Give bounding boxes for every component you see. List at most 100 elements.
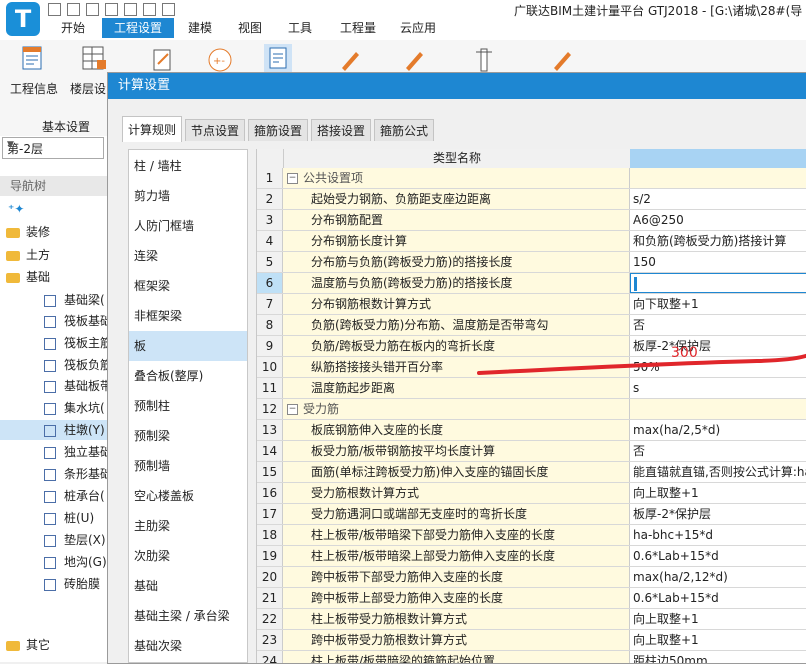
row-number: 22: [257, 609, 283, 629]
row-value[interactable]: max(ha/2,12*d): [630, 567, 806, 587]
row-name-cell: 柱上板带/板带暗梁下部受力筋伸入支座的长度: [283, 525, 630, 545]
strip-footing-icon: [44, 468, 56, 481]
category-item[interactable]: 预制梁: [129, 421, 247, 451]
grid-row[interactable]: 18 柱上板带/板带暗梁下部受力筋伸入支座的长度 ha-bhc+15*d: [257, 525, 806, 546]
tree-folder[interactable]: 其它: [0, 635, 118, 655]
brick-mold-icon: [44, 578, 56, 591]
tab-node-settings[interactable]: 节点设置: [185, 119, 245, 141]
row-number: 20: [257, 567, 283, 587]
print-icon[interactable]: [143, 3, 156, 16]
red-annotation-stroke: [477, 353, 806, 375]
menu-tools[interactable]: 工具: [282, 18, 318, 38]
row-name: 面筋(单标注跨板受力筋)伸入支座的锚固长度: [311, 465, 549, 479]
more-icon[interactable]: [162, 3, 175, 16]
new-icon[interactable]: [48, 3, 61, 16]
grid-row[interactable]: 23 跨中板带受力筋根数计算方式 向上取整+1: [257, 630, 806, 651]
row-value[interactable]: ha-bhc+15*d: [630, 525, 806, 545]
tree-label: 砖胎膜: [64, 577, 101, 591]
row-value[interactable]: 板厚-2*保护层: [630, 504, 806, 524]
category-item[interactable]: 人防门框墙: [129, 211, 247, 241]
tree-label: 筏板基础: [64, 314, 113, 328]
row-value[interactable]: 0.6*Lab+15*d: [630, 546, 806, 566]
category-item[interactable]: 次肋梁: [129, 541, 247, 571]
category-item[interactable]: 连梁: [129, 241, 247, 271]
pen-icon[interactable]: [336, 46, 364, 74]
pen2-icon[interactable]: [400, 46, 428, 74]
menu-modeling[interactable]: 建模: [182, 18, 218, 38]
settings-grid: 类型名称 1− 公共设置项 2 起始受力钢筋、负筋距支座边距离 s/2 3 分布钢筋配置 A6…: [256, 149, 806, 663]
app-logo-icon[interactable]: T: [6, 2, 40, 36]
chevron-down-icon[interactable]: ▼: [7, 140, 101, 150]
floor-select[interactable]: 第-2层 ▼: [2, 137, 104, 159]
grid-row[interactable]: 16 受力筋根数计算方式 向上取整+1: [257, 483, 806, 504]
grid-row[interactable]: 17 受力筋遇洞口或端部无支座时的弯折长度 板厚-2*保护层: [257, 504, 806, 525]
row-number: 23: [257, 630, 283, 650]
project-info-icon[interactable]: [18, 44, 46, 72]
calc-rule-icon[interactable]: [148, 46, 176, 74]
category-item[interactable]: 预制柱: [129, 391, 247, 421]
category-item[interactable]: 主肋梁: [129, 511, 247, 541]
category-item[interactable]: 基础主梁 / 承台梁: [129, 601, 247, 631]
dialog-title: 计算设置: [108, 73, 806, 99]
menu-quantity[interactable]: 工程量: [334, 18, 382, 38]
category-item[interactable]: 板: [129, 331, 247, 361]
tab-stirrup-formula[interactable]: 箍筋公式: [374, 119, 434, 141]
column-icon[interactable]: [470, 46, 498, 74]
grid-row[interactable]: 20 跨中板带下部受力筋伸入支座的长度 max(ha/2,12*d): [257, 567, 806, 588]
category-item[interactable]: 基础: [129, 571, 247, 601]
save-icon[interactable]: [86, 3, 99, 16]
tree-label: 其它: [26, 638, 51, 652]
tab-stirrup-settings[interactable]: 箍筋设置: [248, 119, 308, 141]
tree-label: 桩承台(: [64, 489, 105, 503]
beam-icon: [44, 294, 56, 307]
row-name-cell: 柱上板带受力筋根数计算方式: [283, 609, 630, 629]
row-value[interactable]: 向上取整+1: [630, 483, 806, 503]
annotation-text: 300: [671, 345, 698, 361]
svg-text:+-: +-: [213, 56, 225, 67]
floor-settings-button[interactable]: 楼层设: [70, 80, 106, 97]
redo-icon[interactable]: [124, 3, 137, 16]
menu-project-settings[interactable]: 工程设置: [102, 18, 174, 38]
grid-row[interactable]: 24 柱上板带/板带暗梁的箍筋起始位置 距柱边50mm: [257, 651, 806, 663]
category-item[interactable]: 剪力墙: [129, 181, 247, 211]
tab-calc-rules[interactable]: 计算规则: [122, 116, 182, 142]
category-item[interactable]: 预制墙: [129, 451, 247, 481]
menu-view[interactable]: 视图: [232, 18, 268, 38]
tree-folder[interactable]: 土方: [0, 245, 118, 265]
row-value[interactable]: 0.6*Lab+15*d: [630, 588, 806, 608]
category-item[interactable]: 柱 / 墙柱: [129, 151, 247, 181]
tab-lap-settings[interactable]: 搭接设置: [311, 119, 371, 141]
row-value[interactable]: 向上取整+1: [630, 630, 806, 650]
grid-row[interactable]: 21 跨中板带上部受力筋伸入支座的长度 0.6*Lab+15*d: [257, 588, 806, 609]
tree-label: 柱墩(Y): [64, 423, 105, 437]
quick-access-toolbar: [48, 3, 181, 17]
row-name: 跨中板带受力筋根数计算方式: [311, 633, 468, 647]
category-item[interactable]: 框架梁: [129, 271, 247, 301]
tree-folder[interactable]: 基础: [0, 267, 118, 287]
menu-cloud[interactable]: 云应用: [394, 18, 442, 38]
menu-start[interactable]: 开始: [53, 18, 93, 38]
pen3-icon[interactable]: [548, 46, 576, 74]
grid-row[interactable]: 22 柱上板带受力筋根数计算方式 向上取整+1: [257, 609, 806, 630]
open-icon[interactable]: [67, 3, 80, 16]
floor-settings-icon[interactable]: [80, 44, 108, 72]
row-value[interactable]: 距柱边50mm: [630, 651, 806, 663]
calc-settings-icon[interactable]: [264, 44, 292, 72]
row-value[interactable]: 向上取整+1: [630, 609, 806, 629]
add-icon[interactable]: ⁺✦: [8, 202, 24, 216]
project-info-button[interactable]: 工程信息: [10, 80, 58, 97]
category-item[interactable]: 空心楼盖板: [129, 481, 247, 511]
category-item[interactable]: 非框架梁: [129, 301, 247, 331]
tree-label: 基础: [26, 270, 51, 284]
grid-row[interactable]: 15 面筋(单标注跨板受力筋)伸入支座的锚固长度 能直锚就直锚,否则按公式计算:ha: [257, 462, 806, 483]
row-value[interactable]: 能直锚就直锚,否则按公式计算:ha: [630, 462, 806, 482]
row-name: 柱上板带/板带暗梁下部受力筋伸入支座的长度: [311, 528, 556, 542]
category-item[interactable]: 基础次梁: [129, 631, 247, 661]
tree-folder[interactable]: 装修: [0, 222, 118, 242]
folder-icon: [6, 250, 20, 261]
calc-formula-icon[interactable]: +-: [206, 46, 234, 74]
category-item[interactable]: 叠合板(整厚): [129, 361, 247, 391]
undo-icon[interactable]: [105, 3, 118, 16]
grid-row[interactable]: 19 柱上板带/板带暗梁上部受力筋伸入支座的长度 0.6*Lab+15*d: [257, 546, 806, 567]
row-name-cell: 受力筋遇洞口或端部无支座时的弯折长度: [283, 504, 630, 524]
